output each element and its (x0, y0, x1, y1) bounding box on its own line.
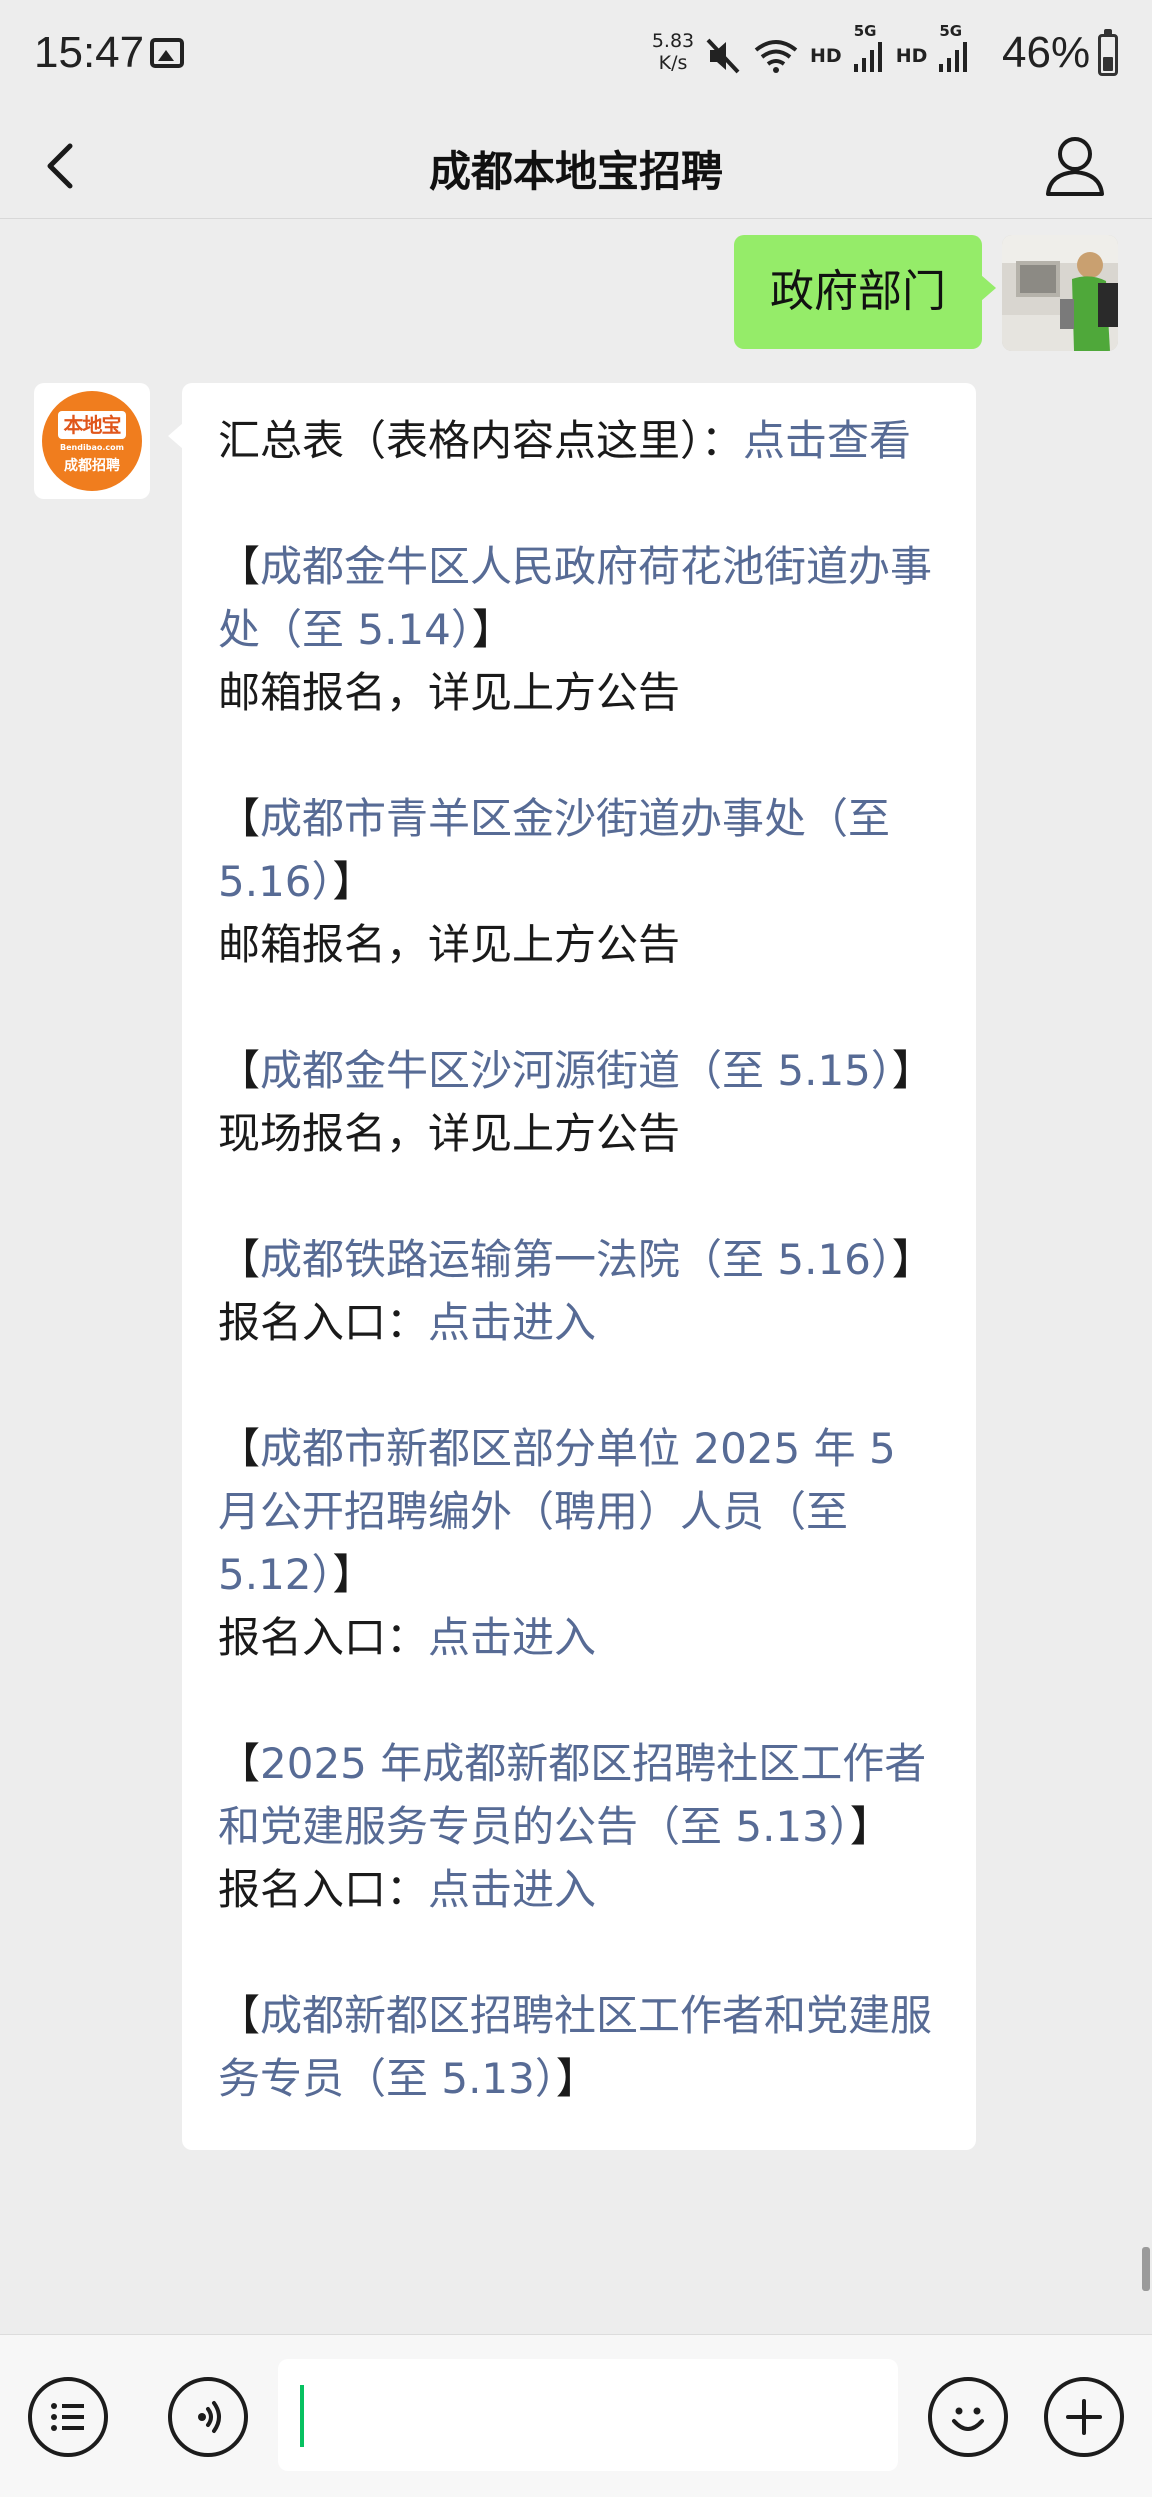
job-title-link[interactable]: 2025 年成都新都区招聘社区工作者和党建服务专员的公告（至 5.13） (218, 1739, 926, 1851)
signup-link[interactable]: 点击进入 (428, 1298, 596, 1347)
user-avatar-photo (1002, 235, 1118, 351)
wifi-icon (754, 40, 798, 73)
incoming-message: 汇总表（表格内容点这里）：点击查看 【成都金牛区人民政府荷花池街道办事处（至 5… (168, 383, 976, 2150)
job-title-line: 【成都新都区招聘社区工作者和党建服务专员（至 5.13）】 (218, 1984, 940, 2110)
status-bar: 15:47 5.83 K/s HD 5G HD 5G 46% (0, 0, 1152, 110)
job-signup-line: 报名入口：点击进入 (218, 1606, 940, 1669)
job-title-link[interactable]: 成都市青羊区金沙街道办事处（至 5.16） (218, 794, 890, 906)
profile-button[interactable] (1030, 120, 1120, 210)
bracket-open: 【 (218, 1424, 261, 1473)
job-signup-line: 邮箱报名，详见上方公告 (218, 913, 940, 976)
chat-area[interactable]: 政府部门 本地宝 Bendibao.com 成都招聘 汇总表（表格内容点这里）：… (0, 219, 1152, 2333)
page-title: 成都本地宝招聘 (428, 147, 723, 196)
item-spacer (218, 472, 940, 535)
job-title-link[interactable]: 成都金牛区沙河源街道（至 5.15） (260, 1046, 892, 1095)
signal-1: 5G (853, 22, 884, 72)
hd-label-1: HD (810, 45, 842, 67)
signup-text: 邮箱报名，详见上方公告 (218, 920, 681, 969)
emoji-button[interactable] (928, 2377, 1008, 2457)
user-icon (1046, 137, 1104, 196)
network-speed-value: 5.83 (651, 30, 695, 52)
signup-link[interactable]: 点击进入 (428, 1613, 596, 1662)
summary-text: 汇总表（表格内容点这里）： (218, 416, 744, 465)
signup-link[interactable]: 点击进入 (428, 1865, 596, 1914)
list-icon (51, 2403, 84, 2431)
summary-link[interactable]: 点击查看 (743, 416, 911, 465)
logo-text-top: 本地宝 (58, 411, 126, 439)
job-title-line: 【成都金牛区人民政府荷花池街道办事处（至 5.14）】 (218, 535, 940, 661)
bracket-open: 【 (218, 1991, 261, 2040)
job-title-line: 【成都铁路运输第一法院（至 5.16）】 (218, 1228, 940, 1291)
network-speed: 5.83 K/s (648, 30, 698, 74)
bracket-open: 【 (218, 1235, 261, 1284)
plus-icon (1066, 2399, 1102, 2435)
image-notification-icon (150, 38, 184, 68)
status-icons: HD 5G HD 5G (706, 22, 969, 78)
job-title-line: 【成都金牛区沙河源街道（至 5.15）】 (218, 1039, 940, 1102)
bracket-open: 【 (218, 542, 261, 591)
bracket-close: 】 (471, 605, 514, 654)
job-title-link[interactable]: 成都铁路运输第一法院（至 5.16） (260, 1235, 892, 1284)
item-spacer (218, 1354, 940, 1417)
job-title-link[interactable]: 成都金牛区人民政府荷花池街道办事处（至 5.14） (218, 542, 932, 654)
scroll-indicator[interactable] (1142, 2247, 1150, 2291)
bracket-close: 】 (332, 857, 375, 906)
bracket-open: 【 (218, 1739, 261, 1788)
job-title-line: 【成都市新都区部分单位 2025 年 5 月公开招聘编外（聘用）人员（至 5.1… (218, 1417, 940, 1606)
logo-text-bottom: 成都招聘 (64, 458, 120, 474)
emoji-icon (952, 2407, 984, 2431)
item-spacer (218, 1921, 940, 1984)
signal-bars-icon (853, 42, 882, 72)
menu-button[interactable] (28, 2377, 108, 2457)
item-spacer (218, 976, 940, 1039)
input-bar (0, 2334, 1152, 2497)
bracket-close: 】 (555, 2054, 598, 2103)
voice-button[interactable] (168, 2377, 248, 2457)
item-spacer (218, 1669, 940, 1732)
text-caret (300, 2385, 304, 2447)
signal-2: 5G (939, 22, 969, 72)
job-signup-line: 报名入口：点击进入 (218, 1858, 940, 1921)
bracket-close: 】 (849, 1802, 892, 1851)
job-signup-line: 邮箱报名，详见上方公告 (218, 661, 940, 724)
mute-icon (706, 38, 740, 74)
plus-button[interactable] (1044, 2377, 1124, 2457)
message-input[interactable] (278, 2359, 898, 2471)
voice-icon (198, 2401, 221, 2433)
signal-bars-icon (939, 42, 968, 72)
battery-percent: 46% (1002, 28, 1091, 77)
signup-text: 现场报名，详见上方公告 (218, 1109, 681, 1158)
signup-text: 邮箱报名，详见上方公告 (218, 668, 681, 717)
bracket-close: 】 (891, 1046, 934, 1095)
battery-icon (1098, 29, 1118, 76)
network-type-1: 5G (853, 22, 877, 40)
bendibao-logo: 本地宝 Bendibao.com 成都招聘 (42, 391, 142, 491)
network-type-2: 5G (939, 22, 963, 40)
hd-label-2: HD (895, 45, 928, 67)
item-spacer (218, 724, 940, 787)
job-list: 【成都金牛区人民政府荷花池街道办事处（至 5.14）】 邮箱报名，详见上方公告 【成… (218, 472, 940, 2110)
bracket-close: 】 (332, 1550, 375, 1599)
job-signup-line: 现场报名，详见上方公告 (218, 1102, 940, 1165)
job-title-link[interactable]: 成都市新都区部分单位 2025 年 5 月公开招聘编外（聘用）人员（至 5.12… (218, 1424, 896, 1599)
bracket-open: 【 (218, 1046, 261, 1095)
bracket-open: 【 (218, 794, 261, 843)
bracket-close: 】 (891, 1235, 934, 1284)
network-speed-unit: K/s (658, 52, 688, 74)
bot-avatar[interactable]: 本地宝 Bendibao.com 成都招聘 (34, 383, 150, 499)
nav-bar: 成都本地宝招聘 (0, 110, 1152, 219)
status-time: 15:47 (34, 28, 145, 77)
summary-line: 汇总表（表格内容点这里）：点击查看 (218, 409, 940, 472)
signup-text: 报名入口： (218, 1865, 429, 1914)
item-spacer (218, 1165, 940, 1228)
user-avatar[interactable] (1002, 235, 1118, 351)
job-signup-line: 报名入口：点击进入 (218, 1291, 940, 1354)
job-title-line: 【2025 年成都新都区招聘社区工作者和党建服务专员的公告（至 5.13）】 (218, 1732, 940, 1858)
job-title-line: 【成都市青羊区金沙街道办事处（至 5.16）】 (218, 787, 940, 913)
signup-text: 报名入口： (218, 1613, 429, 1662)
logo-text-url: Bendibao.com (60, 443, 124, 452)
outgoing-message[interactable]: 政府部门 (734, 235, 996, 349)
signup-text: 报名入口： (218, 1298, 429, 1347)
